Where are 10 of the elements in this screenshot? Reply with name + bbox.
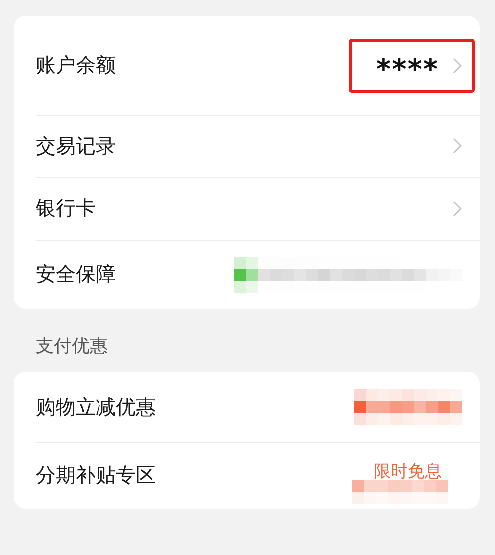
row-label: 购物立减优惠: [36, 394, 157, 420]
tag-label: 限时免息: [374, 460, 442, 482]
balance-highlight[interactable]: ****: [349, 38, 475, 92]
balance-value: ****: [376, 52, 439, 84]
section-title: 支付优惠: [35, 335, 109, 359]
row-label: 银行卡: [36, 195, 97, 222]
row-label: 分期补贴专区: [36, 462, 157, 489]
row-label: 账户余额: [36, 52, 117, 79]
row-label: 交易记录: [36, 132, 117, 160]
row-label: 安全保障: [36, 261, 117, 288]
